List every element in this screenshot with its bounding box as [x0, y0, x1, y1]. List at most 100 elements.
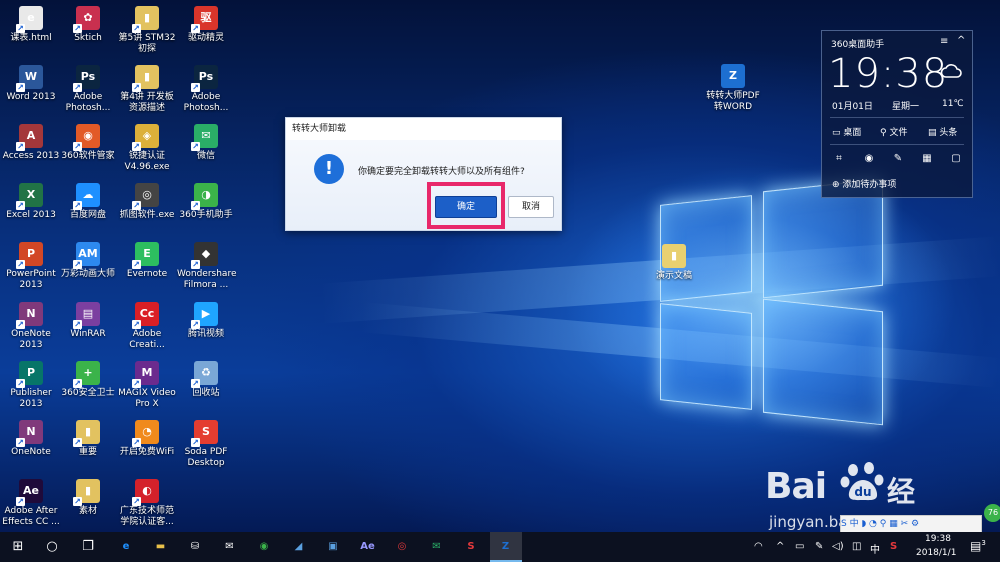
desktop-icon[interactable]: ▮ 演示文稿	[644, 244, 704, 282]
app-icon: ▮	[132, 6, 159, 33]
window-icon[interactable]: ▢	[949, 152, 963, 166]
input-method-indicator[interactable]: 中	[870, 541, 880, 556]
notification-icon[interactable]: ▤3	[970, 539, 986, 553]
desktop-icon[interactable]: PsAdobe Photosh...	[177, 65, 235, 114]
desktop-icon-label: 回收站	[192, 388, 220, 398]
edit-icon[interactable]: ✎	[891, 152, 905, 166]
desktop-icon[interactable]: CcAdobe Creati...	[118, 302, 176, 351]
app-icon: ◔	[132, 420, 159, 447]
taskbar-app-button[interactable]: ◉	[248, 532, 280, 562]
speed-badge[interactable]: 76	[984, 504, 1000, 522]
desktop-icon-label: 360软件管家	[61, 151, 115, 161]
taskbar-app-button[interactable]: ▣	[317, 532, 349, 562]
taskbar-app-button[interactable]: ✉	[214, 532, 246, 562]
desktop-icon[interactable]: ▮第4讲 开发板资源描述	[118, 65, 176, 114]
start-button[interactable]: ⊞	[2, 532, 34, 562]
desktop-icon[interactable]: WWord 2013	[2, 65, 60, 103]
chevron-up-icon[interactable]: ^	[776, 541, 784, 552]
grid-icon[interactable]: ▦	[920, 152, 934, 166]
desktop-icon-label: 腾讯视频	[187, 329, 224, 339]
task-view-button[interactable]: ❐	[72, 532, 104, 562]
add-todo-button[interactable]: ⊕ 添加待办事项	[832, 177, 896, 190]
desktop-icon[interactable]: ◔开启免费WiFi	[118, 420, 176, 458]
pen-icon[interactable]: ✎	[815, 541, 823, 552]
app-icon: AM	[73, 242, 100, 269]
taskbar-app-button[interactable]: ▬	[145, 532, 177, 562]
desktop-icon[interactable]: XExcel 2013	[2, 183, 60, 221]
desktop-icon[interactable]: SSoda PDF Desktop	[177, 420, 235, 469]
taskbar-app-button[interactable]: ⛁	[179, 532, 211, 562]
desktop-icon-label: 锐捷认证V4.96.exe	[124, 151, 170, 172]
desktop-icon[interactable]: ✉微信	[177, 124, 235, 162]
desktop-icon[interactable]: ◈锐捷认证V4.96.exe	[118, 124, 176, 173]
app-icon: Ps	[191, 65, 218, 92]
desktop-icon[interactable]: ☁百度网盘	[59, 183, 117, 221]
desktop-assistant-widget[interactable]: 360桌面助手 ≡ ^ 19:38 01月01日 星期一 11℃ ▭ 桌面 ⚲ …	[821, 30, 973, 198]
taskbar-clock-date[interactable]: 2018/1/1	[916, 548, 956, 558]
desktop-icon-label: 百度网盘	[69, 210, 106, 220]
taskbar-app-button[interactable]: ✉	[421, 532, 453, 562]
widget-link-news[interactable]: ▤ 头条	[928, 125, 957, 138]
volume-icon[interactable]: ◁)	[832, 541, 844, 552]
desktop-icon[interactable]: MMAGIX Video Pro X	[118, 361, 176, 410]
desktop-icon[interactable]: ▮第5讲 STM32初探	[118, 6, 176, 55]
screenshot-tool-icon: ▣	[328, 540, 338, 552]
desktop-icon[interactable]: PsAdobe Photosh...	[59, 65, 117, 114]
windows-start-icon: ⊞	[12, 539, 24, 554]
desktop-icon[interactable]: ▤WinRAR	[59, 302, 117, 340]
widget-link-files[interactable]: ⚲ 文件	[880, 125, 907, 138]
taskbar-app-button[interactable]: ◎	[386, 532, 418, 562]
desktop-icon-label: Adobe Creati...	[129, 329, 165, 350]
cancel-button[interactable]: 取消	[508, 196, 554, 218]
sogou-tray-icon[interactable]: S	[890, 541, 897, 552]
desktop-icon[interactable]: ◎抓图软件.exe	[118, 183, 176, 221]
desktop-icon-label: 转转大师PDF转WORD	[706, 91, 760, 112]
desktop-icon[interactable]: AM万彩动画大师	[59, 242, 117, 280]
battery-icon[interactable]: ▭	[795, 541, 804, 552]
desktop-icon[interactable]: 驱驱动精灵	[177, 6, 235, 44]
edge-icon: e	[122, 540, 130, 552]
network-icon[interactable]: ◫	[852, 541, 861, 552]
desktop-icon[interactable]: AAccess 2013	[2, 124, 60, 162]
desktop-icon[interactable]: PPowerPoint 2013	[2, 242, 60, 291]
desktop-icon[interactable]: PPublisher 2013	[2, 361, 60, 410]
desktop-icon[interactable]: ◐广东技术师范学院认证客...	[118, 479, 176, 528]
desktop-icon[interactable]: ♻回收站	[177, 361, 235, 399]
desktop-icon-label: 驱动精灵	[187, 33, 224, 43]
chevron-up-icon[interactable]: ^	[957, 35, 965, 46]
taskbar-app-button[interactable]: S	[455, 532, 487, 562]
desktop-icon[interactable]: ▮素材	[59, 479, 117, 517]
desktop-icon[interactable]: Z 转转大师PDF转WORD	[703, 64, 763, 113]
ime-toolbar[interactable]: S 中 ◗ ◔ ⚲ ▦ ✂ ⚙	[840, 515, 982, 532]
taskbar-app-button[interactable]: ◢	[283, 532, 315, 562]
search-button[interactable]: ○	[36, 532, 68, 562]
taskbar-app-button[interactable]: e	[110, 532, 142, 562]
desktop-icon[interactable]: ◑360手机助手	[177, 183, 235, 221]
widget-link-desktop[interactable]: ▭ 桌面	[832, 125, 861, 138]
eye-icon[interactable]: ◉	[862, 152, 876, 166]
desktop-icon-label: Adobe Photosh...	[183, 92, 229, 113]
desktop-icon-label: 广东技术师范学院认证客...	[119, 506, 174, 527]
taskbar-app-button[interactable]: Ae	[352, 532, 384, 562]
svg-text:du: du	[854, 485, 871, 499]
desktop-icon[interactable]: ◆Wondershare Filmora ...	[177, 242, 236, 291]
desktop-icon[interactable]: NOneNote	[2, 420, 60, 458]
desktop-icon-label: 抓图软件.exe	[119, 210, 175, 220]
taskbar-app-button[interactable]: Z	[489, 532, 522, 562]
desktop-icon[interactable]: ◉360软件管家	[59, 124, 117, 162]
desktop-icon[interactable]: e课表.html	[2, 6, 60, 44]
desktop-icon[interactable]: ✿Sktich	[59, 6, 117, 44]
taskbar-clock-time[interactable]: 19:38	[925, 534, 951, 544]
desktop-icon[interactable]: ▮重要	[59, 420, 117, 458]
desktop-icon-label: OneNote 2013	[11, 329, 51, 350]
menu-icon[interactable]: ≡	[940, 36, 948, 47]
desktop-icon[interactable]: EEvernote	[118, 242, 176, 280]
desktop-icon[interactable]: NOneNote 2013	[2, 302, 60, 351]
desktop: e课表.html✿Sktich▮第5讲 STM32初探驱驱动精灵 WWord 20…	[0, 0, 1000, 532]
desktop-icon[interactable]: +360安全卫士	[59, 361, 117, 399]
wifi-icon[interactable]: ◠	[754, 541, 763, 552]
crop-icon[interactable]: ⌗	[832, 152, 846, 166]
desktop-icon[interactable]: ▶腾讯视频	[177, 302, 235, 340]
desktop-icon[interactable]: AeAdobe After Effects CC ...	[2, 479, 60, 528]
desktop-icon-label: 演示文稿	[655, 271, 692, 281]
